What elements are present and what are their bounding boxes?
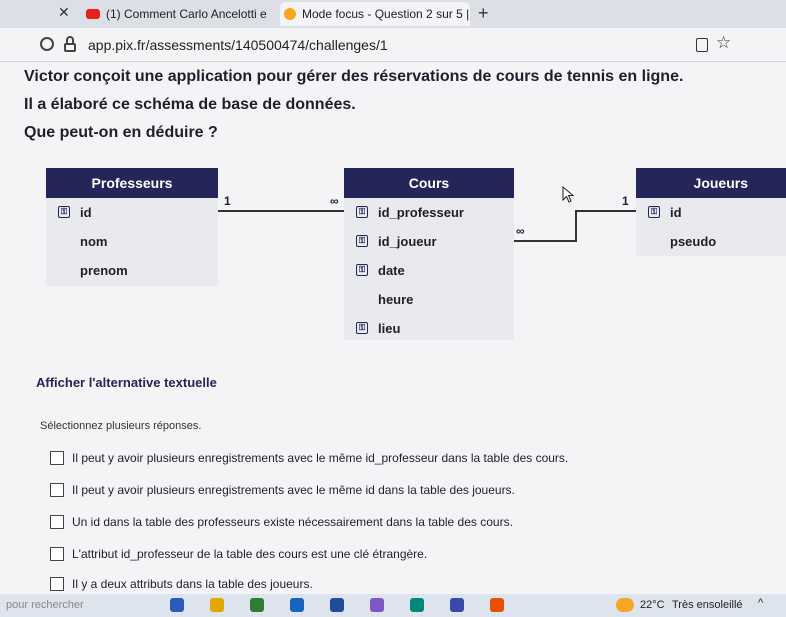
file-explorer-icon[interactable] <box>210 598 224 612</box>
choice-label: Il peut y avoir plusieurs enregistrement… <box>72 451 569 465</box>
relation-many-label: ∞ <box>330 194 339 208</box>
field-name: heure <box>378 292 414 307</box>
key-icon: ⚿ <box>356 206 368 218</box>
tab-youtube[interactable]: (1) Comment Carlo Ancelotti es ✕ <box>86 2 266 26</box>
key-icon: ⚿ <box>356 264 368 276</box>
instruction-text: Sélectionnez plusieurs réponses. <box>40 420 202 432</box>
field-row: ⚿ id_joueur <box>344 227 514 256</box>
field-name: id_professeur <box>378 205 464 220</box>
tracking-protection-icon[interactable] <box>40 37 54 51</box>
address-bar: app.pix.fr/assessments/140500474/challen… <box>0 28 786 62</box>
task-view-icon[interactable] <box>170 598 184 612</box>
key-icon: ⚿ <box>58 206 70 218</box>
weather-description[interactable]: Très ensoleillé <box>672 599 743 611</box>
weather-sun-icon[interactable] <box>616 598 634 612</box>
answer-choice-5[interactable]: Il y a deux attributs dans la table des … <box>50 574 313 594</box>
lock-icon[interactable] <box>64 36 76 52</box>
relation-one-label: 1 <box>622 194 629 208</box>
choice-label: Un id dans la table des professeurs exis… <box>72 515 513 529</box>
chevron-up-icon[interactable]: ^ <box>758 597 763 609</box>
field-name: id <box>670 205 682 220</box>
tab-label: (1) Comment Carlo Ancelotti es <box>106 7 266 21</box>
checkbox[interactable] <box>50 451 64 465</box>
tab-label: Mode focus - Question 2 sur 5 | <box>302 7 470 21</box>
browser-tab-bar: ✕ (1) Comment Carlo Ancelotti es ✕ Mode … <box>0 0 786 28</box>
question-line-2: Il a élaboré ce schéma de base de donnée… <box>24 96 356 113</box>
key-icon: ⚿ <box>356 235 368 247</box>
outlook-icon[interactable] <box>290 598 304 612</box>
question-line-1: Victor conçoit une application pour gére… <box>24 68 684 85</box>
key-icon: ⚿ <box>648 206 660 218</box>
field-row: ⚿ id_professeur <box>344 198 514 227</box>
field-row: nom <box>46 227 218 256</box>
close-tab-icon[interactable]: ✕ <box>58 4 70 21</box>
field-name: pseudo <box>670 234 717 249</box>
field-name: id_joueur <box>378 234 437 249</box>
checkbox[interactable] <box>50 515 64 529</box>
alt-text-link[interactable]: Afficher l'alternative textuelle <box>36 375 217 390</box>
field-row: ⚿ id <box>46 198 218 227</box>
table-title: Professeurs <box>46 168 218 198</box>
answer-choice-4[interactable]: L'attribut id_professeur de la table des… <box>50 544 427 564</box>
relation-line-cours-joueurs-a <box>514 240 576 242</box>
mouse-cursor-icon <box>562 186 575 203</box>
store-icon[interactable] <box>250 598 264 612</box>
answer-choice-1[interactable]: Il peut y avoir plusieurs enregistrement… <box>50 448 568 468</box>
answer-choice-3[interactable]: Un id dans la table des professeurs exis… <box>50 512 513 532</box>
app-icon[interactable] <box>450 598 464 612</box>
field-name: prenom <box>80 263 128 278</box>
relation-line-cours-joueurs-b <box>575 210 577 242</box>
temperature[interactable]: 22°C <box>640 599 665 611</box>
pix-icon <box>284 8 296 20</box>
table-title: Cours <box>344 168 514 198</box>
question-line-3: Que peut-on en déduire ? <box>24 124 218 141</box>
field-row: prenom <box>46 256 218 285</box>
field-name: nom <box>80 234 108 249</box>
youtube-icon <box>86 9 100 19</box>
field-row: ⚿ lieu <box>344 314 514 343</box>
relation-line-cours-joueurs-c <box>575 210 636 212</box>
checkbox[interactable] <box>50 577 64 591</box>
firefox-icon[interactable] <box>490 598 504 612</box>
choice-label: L'attribut id_professeur de la table des… <box>72 547 428 561</box>
taskbar-search[interactable]: pour rechercher <box>6 599 84 611</box>
tab-pix[interactable]: Mode focus - Question 2 sur 5 | ✕ <box>280 2 470 26</box>
edge-icon[interactable] <box>410 598 424 612</box>
table-title: Joueurs <box>636 168 786 198</box>
checkbox[interactable] <box>50 547 64 561</box>
url-field[interactable]: app.pix.fr/assessments/140500474/challen… <box>88 37 388 53</box>
new-tab-button[interactable]: + <box>478 3 489 24</box>
field-row: ⚿ id <box>636 198 786 227</box>
answer-choice-2[interactable]: Il peut y avoir plusieurs enregistrement… <box>50 480 515 500</box>
table-joueurs: Joueurs ⚿ id pseudo <box>636 168 786 256</box>
relation-one-label: 1 <box>224 194 231 208</box>
field-row: pseudo <box>636 227 786 256</box>
page-content: Victor conçoit une application pour gére… <box>0 62 786 594</box>
field-name: lieu <box>378 321 401 336</box>
relation-line-prof-cours <box>218 210 344 212</box>
windows-taskbar: pour rechercher 22°C Très ensoleillé ^ <box>0 594 786 617</box>
table-cours: Cours ⚿ id_professeur ⚿ id_joueur ⚿ date… <box>344 168 514 340</box>
bookmark-star-icon[interactable]: ☆ <box>716 33 731 53</box>
word-icon[interactable] <box>330 598 344 612</box>
relation-many-label: ∞ <box>516 224 525 238</box>
table-professeurs: Professeurs ⚿ id nom prenom <box>46 168 218 286</box>
field-name: id <box>80 205 92 220</box>
field-row: ⚿ date <box>344 256 514 285</box>
field-row: heure <box>344 285 514 314</box>
field-name: date <box>378 263 405 278</box>
app-icon[interactable] <box>370 598 384 612</box>
choice-label: Il peut y avoir plusieurs enregistrement… <box>72 483 515 497</box>
reader-view-icon[interactable] <box>696 38 708 52</box>
checkbox[interactable] <box>50 483 64 497</box>
key-icon: ⚿ <box>356 322 368 334</box>
choice-label: Il y a deux attributs dans la table des … <box>72 577 313 591</box>
